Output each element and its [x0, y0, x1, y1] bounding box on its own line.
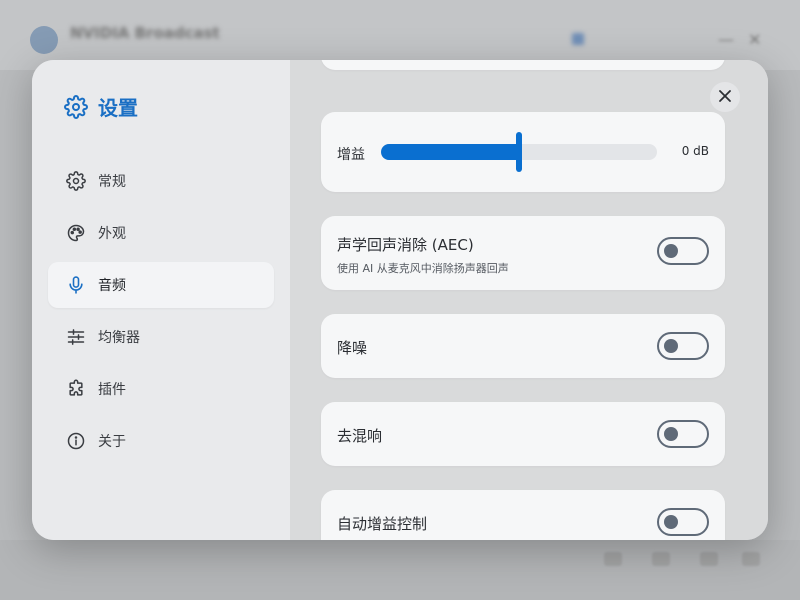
gain-label: 增益: [337, 147, 365, 163]
gain-value: 0 dB: [681, 144, 709, 158]
nav-item-label: 外观: [98, 226, 126, 242]
dereverb-title: 去混响: [337, 427, 383, 445]
nav-item-general[interactable]: 常规: [48, 158, 274, 204]
background-bottom-button: [652, 552, 670, 566]
gain-slider[interactable]: [381, 132, 657, 172]
app-logo-icon: [30, 26, 58, 54]
toggle-knob: [664, 339, 678, 353]
agc-title: 自动增益控制: [337, 515, 428, 533]
gain-slider-thumb[interactable]: [516, 132, 522, 172]
palette-icon: [66, 223, 86, 243]
close-window-icon[interactable]: ✕: [748, 30, 761, 49]
background-bottom-button: [700, 552, 718, 566]
settings-card: [321, 60, 725, 70]
settings-sidebar: 设置 常规 外观 音频 均衡器 插件 关于: [32, 60, 290, 540]
settings-title: 设置: [98, 96, 138, 120]
noise-suppression-title: 降噪: [337, 339, 368, 357]
nav-item-label: 插件: [98, 382, 126, 398]
info-icon: [66, 431, 86, 451]
nav-item-label: 常规: [98, 174, 126, 190]
nav-item-label: 关于: [98, 434, 126, 450]
toggle-knob: [664, 427, 678, 441]
aec-description: 使用 AI 从麦克风中消除扬声器回声: [337, 262, 509, 275]
toggle-knob: [664, 515, 678, 529]
background-app-title: NVIDIA Broadcast: [70, 24, 220, 42]
agc-toggle[interactable]: [657, 508, 709, 536]
dereverb-card: 去混响: [321, 402, 725, 466]
nav-item-plugins[interactable]: 插件: [48, 366, 274, 412]
settings-dialog: 设置 常规 外观 音频 均衡器 插件 关于 增益 0 dB 声学回声消除 (AE…: [32, 60, 768, 540]
minimize-icon[interactable]: —: [718, 30, 734, 49]
background-bottombar: [0, 540, 800, 600]
aec-card: 声学回声消除 (AEC) 使用 AI 从麦克风中消除扬声器回声: [321, 216, 725, 290]
noise-suppression-card: 降噪: [321, 314, 725, 378]
nav-item-equalizer[interactable]: 均衡器: [48, 314, 274, 360]
aec-toggle[interactable]: [657, 237, 709, 265]
nav-item-label: 均衡器: [98, 330, 140, 346]
agc-card: 自动增益控制: [321, 490, 725, 540]
aec-title: 声学回声消除 (AEC): [337, 236, 474, 254]
sliders-icon: [66, 327, 86, 347]
background-bottom-button: [742, 552, 760, 566]
close-icon: [718, 88, 732, 107]
audio-settings-panel: 增益 0 dB 声学回声消除 (AEC) 使用 AI 从麦克风中消除扬声器回声 …: [290, 60, 768, 540]
nav-item-audio[interactable]: 音频: [48, 262, 274, 308]
toggle-knob: [664, 244, 678, 258]
background-status: [572, 32, 592, 46]
close-button[interactable]: [710, 82, 740, 112]
noise-suppression-toggle[interactable]: [657, 332, 709, 360]
nav-item-label: 音频: [98, 278, 126, 294]
dereverb-toggle[interactable]: [657, 420, 709, 448]
gear-icon: [66, 171, 86, 191]
gain-card: 增益 0 dB: [321, 112, 725, 192]
background-bottom-button: [604, 552, 622, 566]
puzzle-icon: [66, 379, 86, 399]
gain-slider-fill: [381, 144, 519, 160]
settings-header: 设置: [64, 92, 138, 121]
gear-icon: [64, 94, 88, 119]
settings-nav: 常规 外观 音频 均衡器 插件 关于: [48, 158, 274, 470]
nav-item-about[interactable]: 关于: [48, 418, 274, 464]
microphone-icon: [66, 275, 86, 295]
nav-item-appearance[interactable]: 外观: [48, 210, 274, 256]
